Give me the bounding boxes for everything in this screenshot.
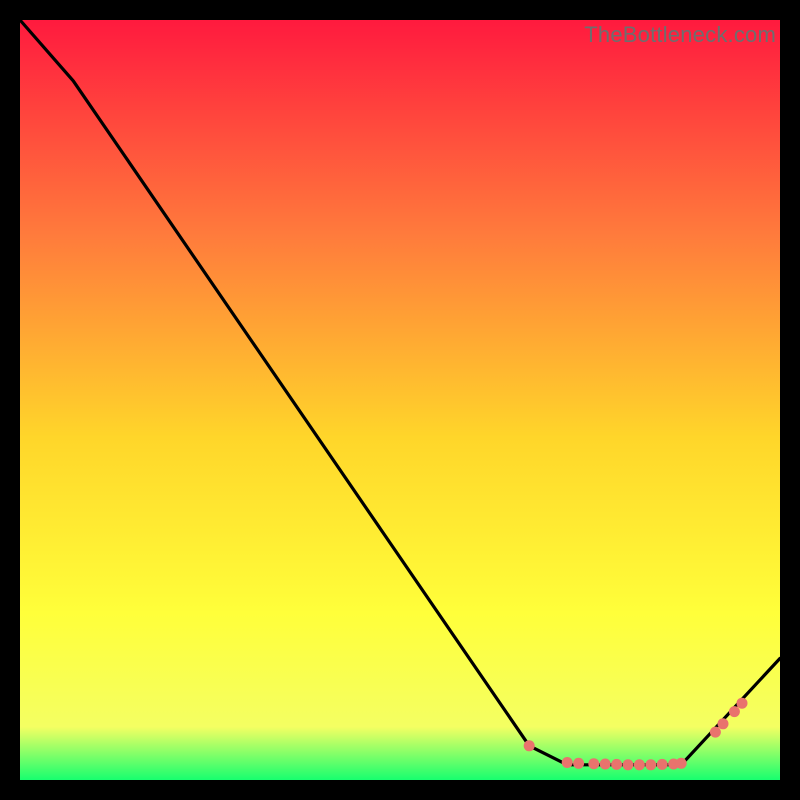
chart-frame: TheBottleneck.com: [20, 20, 780, 780]
chart-plot: [20, 20, 780, 780]
data-dot: [718, 718, 729, 729]
data-dot: [573, 758, 584, 769]
data-dot: [588, 758, 599, 769]
watermark-text: TheBottleneck.com: [584, 22, 776, 48]
data-dot: [634, 759, 645, 770]
data-dot: [657, 759, 668, 770]
data-dot: [645, 759, 656, 770]
data-dot: [737, 698, 748, 709]
data-dot: [623, 759, 634, 770]
data-dot: [729, 706, 740, 717]
data-dot: [562, 757, 573, 768]
data-dot: [600, 759, 611, 770]
data-dot: [611, 759, 622, 770]
data-dot: [710, 727, 721, 738]
curve-line: [20, 20, 780, 765]
data-dot: [676, 758, 687, 769]
data-dot: [524, 740, 535, 751]
